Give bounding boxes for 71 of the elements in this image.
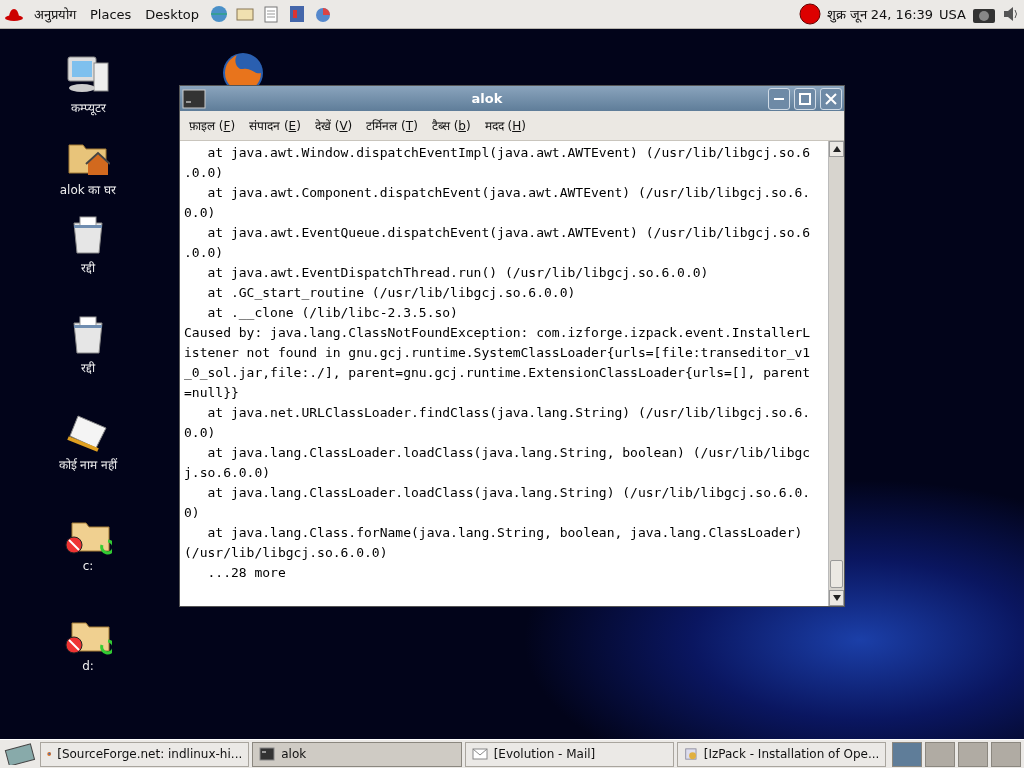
down-arrow-icon	[832, 595, 841, 601]
computer-icon	[66, 55, 110, 95]
terminal-line: Caused by: java.lang.ClassNotFoundException: com.izforge.izpack.event.InstallerL	[184, 324, 812, 342]
desktop-icon-label[interactable]: कम्प्यूटर	[70, 99, 106, 116]
menu-item[interactable]: टर्मिनल (T)	[363, 115, 421, 136]
maximize-button[interactable]	[794, 87, 816, 110]
show-desktop-icon	[3, 743, 37, 765]
terminal-line: at java.lang.Class.forName(java.lang.String, boolean, java.lang.ClassLoader)	[206, 524, 804, 542]
terminal-line: 0.0)	[184, 204, 217, 222]
scrollbar[interactable]	[828, 141, 844, 606]
workspace-switcher-item[interactable]	[892, 741, 923, 767]
terminal-line: .0.0)	[184, 164, 225, 182]
up-arrow-icon	[832, 146, 841, 152]
terminal-line: at java.awt.Window.dispatchEventImpl(java.awt.AWTEvent) (/usr/lib/libgcj.so.6	[206, 144, 812, 162]
clock[interactable]: शुक्र जून 24, 16:39	[826, 5, 934, 23]
terminal-line: .0.0)	[184, 244, 225, 262]
hat-icon	[4, 6, 24, 22]
taskbar-button[interactable]: [Evolution - Mail]	[464, 741, 674, 767]
installer-icon	[684, 746, 698, 762]
trash-icon	[70, 215, 106, 255]
terminal-line: (/usr/lib/libgcj.so.6.0.0)	[184, 544, 389, 562]
globe-icon	[208, 4, 229, 24]
terminal-line: at java.awt.EventDispatchThread.run() (/usr/lib/libgcj.so.6.0.0)	[206, 264, 710, 282]
desktop-icon-label[interactable]: रद्दी	[81, 259, 95, 276]
menu-item[interactable]: संपादन (E)	[246, 115, 304, 136]
desktop-icon-label[interactable]: d:	[82, 659, 94, 673]
terminal-line: =null}}	[184, 384, 240, 402]
desktop-icon-label[interactable]: रद्दी	[81, 359, 95, 376]
maximize-icon	[799, 92, 811, 105]
workspace-switcher-item[interactable]	[991, 741, 1021, 767]
desktop-icon-label[interactable]: alok का घर	[59, 181, 117, 198]
terminal-line: at java.awt.Component.dispatchEvent(java.awt.AWTEvent) (/usr/lib/libgcj.so.6.	[206, 184, 812, 202]
menu-item[interactable]: मदद (H)	[481, 115, 529, 136]
taskbar-button[interactable]: [IzPack - Installation of Ope...	[677, 741, 887, 767]
terminal-line: _0_sol.jar,file:./], parent=gnu.gcj.runtime.ExtensionClassLoader{urls=[], parent	[184, 364, 812, 382]
keyboard-layout[interactable]: USA	[939, 6, 966, 22]
window-title: alok	[470, 91, 504, 106]
minimize-button[interactable]	[768, 87, 790, 110]
terminal-line: at java.lang.ClassLoader.loadClass(java.lang.String, boolean) (/usr/lib/libgc	[206, 444, 812, 462]
workspace-switcher-item[interactable]	[925, 741, 956, 767]
terminal-line: at .GC_start_routine (/usr/lib/libgcj.so.6.0.0)	[206, 284, 577, 302]
terminal-line: at .__clone (/lib/libc-2.3.5.so)	[206, 304, 459, 322]
terminal-icon	[182, 88, 206, 109]
panel-menu[interactable]: Desktop	[141, 4, 203, 24]
workspace-switcher-item[interactable]	[958, 741, 989, 767]
volume-icon	[1002, 4, 1020, 24]
menu-item[interactable]: देखें (V)	[311, 115, 356, 136]
envelope-icon	[471, 746, 488, 762]
terminal-line: at java.lang.ClassLoader.loadClass(java.lang.String) (/usr/lib/libgcj.so.6.0.	[206, 484, 812, 502]
menu-item[interactable]: टैब्स (b)	[428, 115, 474, 136]
terminal-line: ...28 more	[206, 564, 287, 582]
minimize-icon	[773, 97, 785, 100]
taskbar-button[interactable]: alok	[252, 741, 462, 767]
scrollbar-thumb[interactable]	[830, 560, 843, 588]
desktop-icon-label[interactable]: कोई नाम नहीं	[58, 456, 118, 473]
desktop-icon-label[interactable]: c:	[82, 559, 94, 573]
terminal-line: istener not found in gnu.gcj.runtime.SystemClassLoader{urls=[file:transeditor_v1	[184, 344, 812, 362]
terminal-line: 0)	[184, 504, 201, 522]
close-button[interactable]	[820, 87, 842, 110]
panel-menu[interactable]: Places	[86, 4, 136, 24]
trash-icon	[70, 315, 106, 355]
status-indicator-icon	[798, 3, 821, 25]
terminal-line: j.so.6.0.0)	[184, 464, 272, 482]
terminal-icon	[259, 746, 276, 762]
panel-menu[interactable]: अनुप्रयोग	[30, 3, 80, 25]
menu-item[interactable]: फ़ाइल (F)	[186, 115, 239, 136]
taskbar-button[interactable]: [SourceForge.net: indlinux-hi...	[39, 741, 250, 767]
terminal-line: at java.awt.EventQueue.dispatchEvent(java.awt.AWTEvent) (/usr/lib/libgcj.so.6	[206, 224, 812, 242]
terminal-line: 0.0)	[184, 424, 217, 442]
close-icon	[825, 92, 837, 105]
terminal-line: at java.net.URLClassLoader.findClass(java.lang.String) (/usr/lib/libgcj.so.6.	[206, 404, 812, 422]
